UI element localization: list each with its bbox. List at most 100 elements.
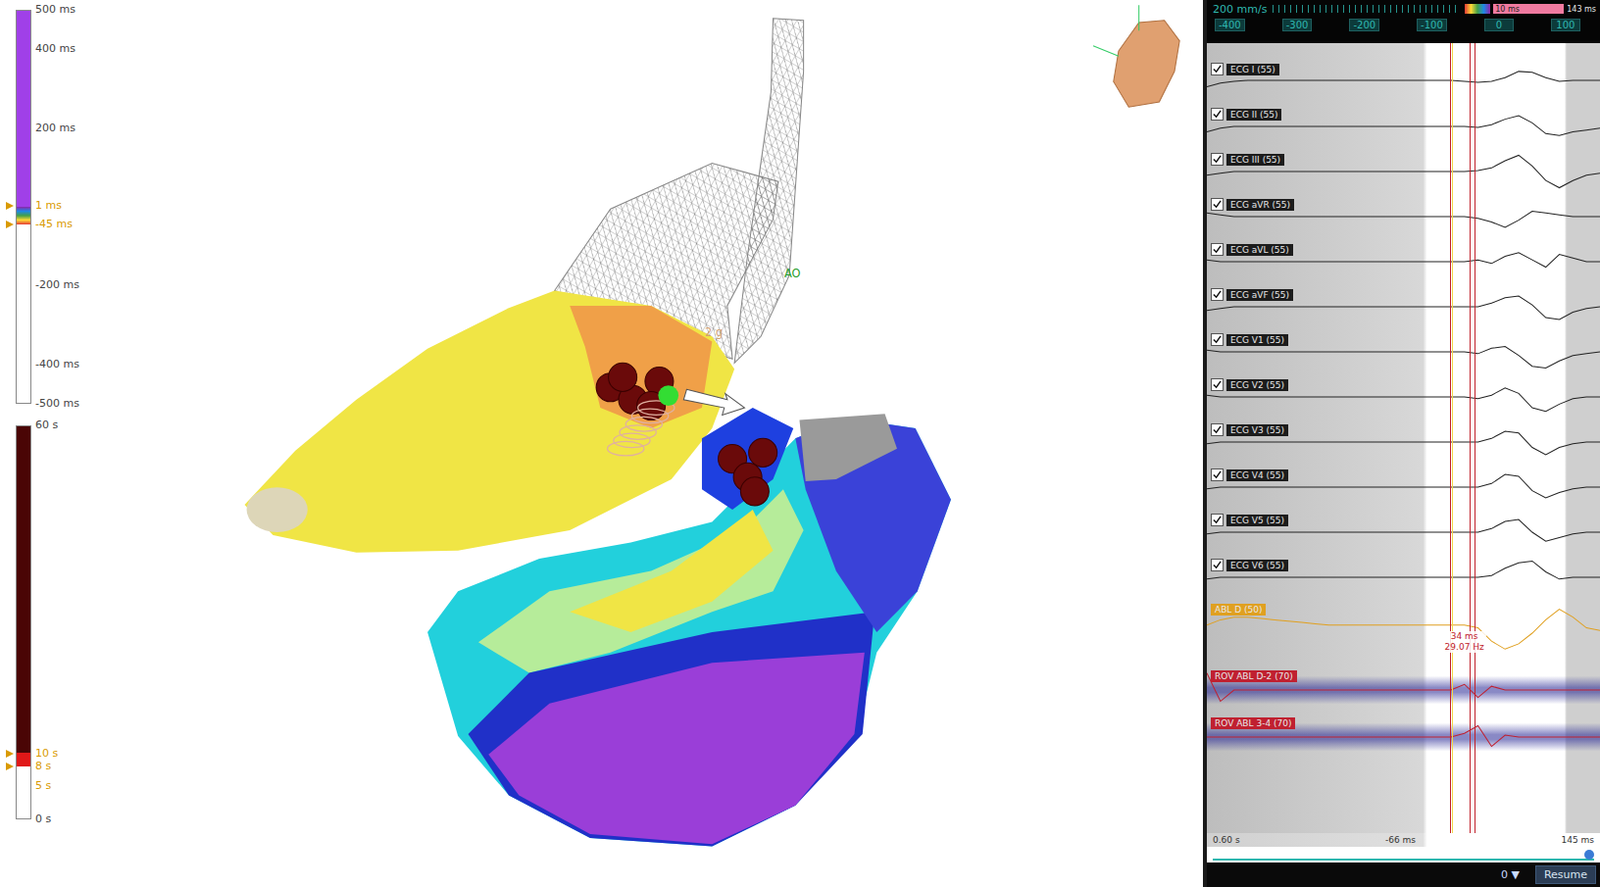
torso-orientation-icon[interactable] <box>1093 4 1180 107</box>
channel-label: ECG V2 (55) <box>1210 378 1289 392</box>
trace-row[interactable]: ECG V6 (55) <box>1206 554 1600 600</box>
channel-checkbox[interactable] <box>1210 288 1224 301</box>
caliper-measurement: 34 ms29.07 Hz <box>1443 631 1487 653</box>
channel-name: ECG V5 (55) <box>1226 514 1289 527</box>
trace-row[interactable]: ECG V1 (55) <box>1206 329 1600 375</box>
color-scale[interactable]: 500 ms400 ms200 ms1 ms-45 ms-200 ms-400 … <box>0 5 93 408</box>
trace-footer: 0.60 s-66 ms145 ms0 ▼Resume <box>1206 833 1600 887</box>
channel-label: ECG aVR (55) <box>1210 198 1295 211</box>
scale-label: 8 s <box>35 760 51 773</box>
channel-checkbox[interactable] <box>1210 558 1224 572</box>
check-icon <box>1212 380 1222 390</box>
reference-line[interactable] <box>1450 43 1451 834</box>
reference-line[interactable] <box>1474 43 1476 834</box>
trace-area[interactable]: ECG I (55) ECG II (55) ECG III (55) ECG aVR… <box>1206 43 1600 834</box>
resume-button[interactable]: Resume <box>1535 865 1597 885</box>
catheter-icon[interactable] <box>607 385 746 456</box>
scale-marker[interactable] <box>5 750 14 758</box>
channel-name: ECG II (55) <box>1226 108 1282 121</box>
scale-bar[interactable] <box>15 425 32 820</box>
channel-checkbox[interactable] <box>1210 513 1224 527</box>
channel-checkbox[interactable] <box>1210 333 1224 347</box>
scale-fill <box>16 10 31 207</box>
check-icon <box>1212 335 1222 345</box>
channel-label: ABL D (50) <box>1210 603 1266 616</box>
trace-row[interactable]: ECG aVR (55) <box>1206 194 1600 240</box>
trace-row[interactable]: ECG aVF (55) <box>1206 284 1600 330</box>
channel-checkbox[interactable] <box>1210 62 1224 76</box>
ruler-tick: -400 <box>1214 18 1246 32</box>
window-end-time: 145 ms <box>1561 835 1596 846</box>
color-scale[interactable]: 60 s 10 s8 s 5 s 0 s <box>0 421 93 824</box>
channel-checkbox[interactable] <box>1210 152 1224 166</box>
ruler-tick: 0 <box>1484 18 1514 32</box>
channel-name: ROV ABL 3-4 (70) <box>1210 717 1296 730</box>
scale-label: -200 ms <box>35 279 80 292</box>
channel-label: ECG aVL (55) <box>1210 243 1294 256</box>
scale-label: 5 s <box>35 780 51 793</box>
scale-label: -400 ms <box>35 358 80 371</box>
scale-label: 200 ms <box>35 122 76 135</box>
channel-name: ECG V6 (55) <box>1226 559 1289 572</box>
scale-label: 400 ms <box>35 43 76 55</box>
heart-map[interactable]: AO2 g <box>92 0 1203 887</box>
ruler-tick: -100 <box>1416 18 1448 32</box>
scale-marker[interactable] <box>5 762 14 771</box>
channel-label: ECG V6 (55) <box>1210 558 1289 572</box>
scale-window <box>16 752 31 766</box>
trace-row[interactable]: ECG II (55) <box>1206 103 1600 150</box>
channel-name: ECG aVR (55) <box>1226 199 1295 211</box>
trace-row[interactable]: ECG III (55) <box>1206 149 1600 195</box>
counter-select[interactable]: 0 ▼ <box>1500 868 1520 882</box>
window-end: 143 ms <box>1566 4 1597 14</box>
check-icon <box>1212 200 1222 209</box>
scroll-knob[interactable] <box>1584 850 1595 860</box>
scale-bar[interactable] <box>15 9 32 404</box>
channel-checkbox[interactable] <box>1210 107 1224 121</box>
scale-label: 0 s <box>35 813 51 826</box>
channel-name: ECG aVF (55) <box>1226 289 1294 301</box>
channel-checkbox[interactable] <box>1210 378 1224 392</box>
scale-window <box>16 206 31 225</box>
map-label: 2 g <box>704 325 723 340</box>
check-icon <box>1212 470 1222 480</box>
scroll-track[interactable] <box>1212 849 1595 861</box>
channel-name: ECG aVL (55) <box>1226 244 1294 256</box>
channel-name: ECG V3 (55) <box>1226 424 1289 437</box>
scale-marker[interactable] <box>5 201 14 210</box>
signal-panel: 200 mm/s10 ms143 ms-400-300-200-1000100E… <box>1202 0 1600 887</box>
trace-row[interactable]: ROV ABL D-2 (70) <box>1206 666 1600 714</box>
channel-checkbox[interactable] <box>1210 243 1224 256</box>
channel-checkbox[interactable] <box>1210 468 1224 482</box>
scale-label: 10 s <box>35 748 58 760</box>
scale-label: 60 s <box>35 419 58 432</box>
channel-checkbox[interactable] <box>1210 423 1224 437</box>
channel-label: ECG III (55) <box>1210 152 1285 166</box>
ruler-tick: -300 <box>1282 18 1313 32</box>
trace-row[interactable]: ECG V4 (55) <box>1206 464 1600 510</box>
trace-row[interactable]: ECG V5 (55) <box>1206 509 1600 555</box>
trace-row[interactable]: ECG aVL (55) <box>1206 239 1600 285</box>
trace-row[interactable]: ECG V3 (55) <box>1206 419 1600 465</box>
trace-row[interactable]: ABL D (50) <box>1206 600 1600 667</box>
channel-name: ECG V1 (55) <box>1226 334 1289 347</box>
channel-label: ROV ABL D-2 (70) <box>1210 670 1298 683</box>
trace-row[interactable]: ROV ABL 3-4 (70) <box>1206 713 1600 761</box>
time-ruler[interactable]: 200 mm/s10 ms143 ms-400-300-200-1000100 <box>1206 0 1600 44</box>
window-line <box>1451 43 1453 834</box>
channel-checkbox[interactable] <box>1210 198 1224 211</box>
scale-label: -500 ms <box>35 398 80 410</box>
trace-row[interactable]: ECG V2 (55) <box>1206 374 1600 420</box>
scale-rest <box>16 772 31 819</box>
scale-marker[interactable] <box>5 220 14 229</box>
reference-line[interactable] <box>1469 43 1471 834</box>
trace-row[interactable]: ECG I (55) <box>1206 58 1600 104</box>
ruler-ticks <box>1272 4 1459 13</box>
duration: 0.60 s <box>1212 835 1241 846</box>
map-canvas[interactable]: AO2 g <box>92 0 1203 887</box>
channel-name: ROV ABL D-2 (70) <box>1210 670 1298 683</box>
channel-label: ECG II (55) <box>1210 107 1282 121</box>
rainbow-bar <box>1464 3 1491 14</box>
sweep-speed[interactable]: 200 mm/s <box>1212 2 1267 16</box>
control-bar: 0 ▼ Resume <box>1206 862 1600 887</box>
